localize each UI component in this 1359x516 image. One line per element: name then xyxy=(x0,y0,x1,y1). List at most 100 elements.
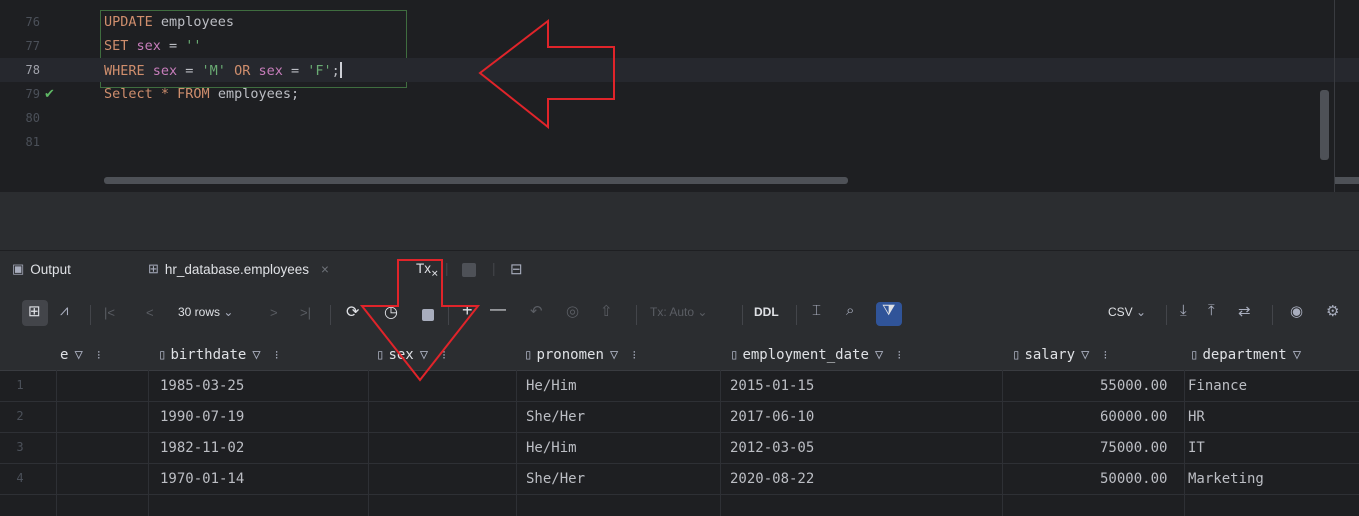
tab-table-label: hr_database.employees xyxy=(164,261,310,277)
sort-icon[interactable]: ⁝ xyxy=(1103,348,1107,362)
tab-employees-table[interactable]: ⊞ hr_database.employees × xyxy=(148,261,329,277)
settings-icon[interactable]: ⚙ xyxy=(1326,302,1339,320)
tab-divider: | xyxy=(492,261,496,276)
horizontal-scrollbar-end[interactable] xyxy=(1335,177,1359,184)
table-row[interactable]: 2 1990-07-19 She/Her 2017-06-10 60000.00… xyxy=(0,402,1359,433)
code-line-77: 77 SET sex = '' xyxy=(0,34,1359,58)
next-page-icon[interactable]: > xyxy=(270,305,278,320)
download-icon[interactable]: ⤓ xyxy=(1180,302,1187,319)
column-header-e[interactable]: e ▽ ⁝ xyxy=(60,347,101,363)
code-line-79: 79 ✔ Select * FROM employees; xyxy=(0,82,1359,106)
table-row[interactable]: 1 1985-03-25 He/Him 2015-01-15 55000.00 … xyxy=(0,371,1359,402)
filter-icon[interactable]: ▽ xyxy=(875,347,883,363)
column-icon: ▯ xyxy=(524,347,533,363)
tx-mode-label: Tx: Auto xyxy=(650,305,695,319)
column-header-employment-date[interactable]: ▯ employment_date ▽ ⁝ xyxy=(730,347,901,363)
cell-salary[interactable]: 75000.00 xyxy=(1100,440,1167,456)
row-number: 1 xyxy=(16,378,24,392)
revert-icon[interactable]: ↶ xyxy=(530,302,543,320)
column-header-department[interactable]: ▯ department ▽ xyxy=(1190,347,1301,363)
filter-icon[interactable]: ▽ xyxy=(252,347,260,363)
toolbar-separator xyxy=(90,305,91,325)
cell-employment-date[interactable]: 2015-01-15 xyxy=(730,378,814,394)
first-page-icon[interactable]: |< xyxy=(104,305,115,320)
line-number: 77 xyxy=(25,39,40,53)
upload-icon[interactable]: ⤒ xyxy=(1208,302,1215,319)
column-label: pronomen xyxy=(536,347,604,363)
grid-header: e ▽ ⁝ ▯ birthdate ▽ ⁝ ▯ sex ▽ ⁝ ▯ pronomen ▽ ⁝ ▯ emp… xyxy=(0,340,1359,371)
column-icon: ▯ xyxy=(730,347,739,363)
sort-icon[interactable]: ⁝ xyxy=(632,348,636,362)
toolbar-separator xyxy=(1166,305,1167,325)
table-row[interactable]: 3 1982-11-02 He/Him 2012-03-05 75000.00 … xyxy=(0,433,1359,464)
annotation-left-arrow xyxy=(478,18,615,130)
sql-editor[interactable]: 76 UPDATE employees 77 SET sex = '' 78 W… xyxy=(0,0,1359,192)
tx-mode-dropdown[interactable]: Tx: Auto ⌄ xyxy=(650,305,707,319)
tab-output[interactable]: ▣ Output xyxy=(12,261,71,277)
check-icon: ✔ xyxy=(44,86,55,101)
rows-dropdown[interactable]: 30 rows ⌄ xyxy=(178,305,233,319)
column-label: department xyxy=(1202,347,1287,363)
pin-icon[interactable]: ⌶ xyxy=(812,302,821,319)
cell-department[interactable]: IT xyxy=(1188,440,1205,456)
search-icon[interactable]: ⌕ xyxy=(846,302,854,319)
sort-icon[interactable]: ⁝ xyxy=(275,348,279,362)
cell-salary[interactable]: 60000.00 xyxy=(1100,409,1167,425)
sort-icon[interactable]: ⁝ xyxy=(97,348,101,362)
cell-pronomen[interactable]: He/Him xyxy=(526,378,577,394)
services-tab-bar: ▣ Output ⊞ hr_database.employees × Tx✕ |… xyxy=(0,250,1359,291)
cell-birthdate[interactable]: 1970-01-14 xyxy=(160,471,244,487)
cell-pronomen[interactable]: She/Her xyxy=(526,471,585,487)
row-number: 2 xyxy=(16,409,24,423)
delete-row-icon[interactable]: — xyxy=(490,301,506,319)
table-row[interactable]: 4 1970-01-14 She/Her 2020-08-22 50000.00… xyxy=(0,464,1359,495)
row-number: 3 xyxy=(16,440,24,454)
filter-icon[interactable]: ▽ xyxy=(1081,347,1089,363)
chevron-down-icon: ⌄ xyxy=(223,305,234,319)
filter-icon[interactable]: ▽ xyxy=(1293,347,1301,363)
compare-icon[interactable]: ⇄ xyxy=(1238,302,1251,320)
prev-page-icon[interactable]: < xyxy=(146,305,154,320)
line-number: 78 xyxy=(25,63,40,77)
cell-employment-date[interactable]: 2017-06-10 xyxy=(730,409,814,425)
vertical-scrollbar[interactable] xyxy=(1320,90,1329,160)
line-number: 76 xyxy=(25,15,40,29)
cell-employment-date[interactable]: 2020-08-22 xyxy=(730,471,814,487)
cell-birthdate[interactable]: 1985-03-25 xyxy=(160,378,244,394)
chart-icon[interactable]: ⩘ xyxy=(60,302,68,319)
column-header-salary[interactable]: ▯ salary ▽ ⁝ xyxy=(1012,347,1107,363)
rows-label: 30 rows xyxy=(178,305,221,319)
cell-pronomen[interactable]: He/Him xyxy=(526,440,577,456)
filter-icon[interactable]: ▽ xyxy=(74,347,82,363)
annotation-down-arrow xyxy=(359,259,481,382)
eye-icon[interactable]: ◉ xyxy=(1290,302,1303,320)
view-changes-icon[interactable]: ◎ xyxy=(566,302,579,320)
code-text: UPDATE employees xyxy=(104,14,235,30)
submit-icon[interactable]: ⇧ xyxy=(600,302,613,320)
horizontal-scrollbar[interactable] xyxy=(104,177,848,184)
table-view-icon[interactable]: ⊞ xyxy=(28,302,41,320)
cell-salary[interactable]: 50000.00 xyxy=(1100,471,1167,487)
layout-icon[interactable]: ⊟ xyxy=(510,260,523,278)
cell-department[interactable]: Finance xyxy=(1188,378,1247,394)
editor-divider xyxy=(1334,0,1335,192)
code-line-78: 78 WHERE sex = 'M' OR sex = 'F'; xyxy=(0,58,1359,82)
code-line-76: 76 UPDATE employees xyxy=(0,10,1359,34)
cell-birthdate[interactable]: 1982-11-02 xyxy=(160,440,244,456)
line-number: 79 xyxy=(25,87,40,101)
export-format-dropdown[interactable]: CSV ⌄ xyxy=(1108,305,1146,319)
cell-salary[interactable]: 55000.00 xyxy=(1100,378,1167,394)
table-icon: ⊞ xyxy=(148,261,159,276)
sort-icon[interactable]: ⁝ xyxy=(897,348,901,362)
last-page-icon[interactable]: >| xyxy=(300,305,311,320)
filter-icon[interactable]: ▽ xyxy=(610,347,618,363)
cell-department[interactable]: HR xyxy=(1188,409,1205,425)
close-icon[interactable]: × xyxy=(321,262,329,277)
cell-birthdate[interactable]: 1990-07-19 xyxy=(160,409,244,425)
cell-department[interactable]: Marketing xyxy=(1188,471,1264,487)
column-header-pronomen[interactable]: ▯ pronomen ▽ ⁝ xyxy=(524,347,636,363)
cell-pronomen[interactable]: She/Her xyxy=(526,409,585,425)
column-header-birthdate[interactable]: ▯ birthdate ▽ ⁝ xyxy=(158,347,279,363)
cell-employment-date[interactable]: 2012-03-05 xyxy=(730,440,814,456)
ddl-button[interactable]: DDL xyxy=(754,305,779,319)
